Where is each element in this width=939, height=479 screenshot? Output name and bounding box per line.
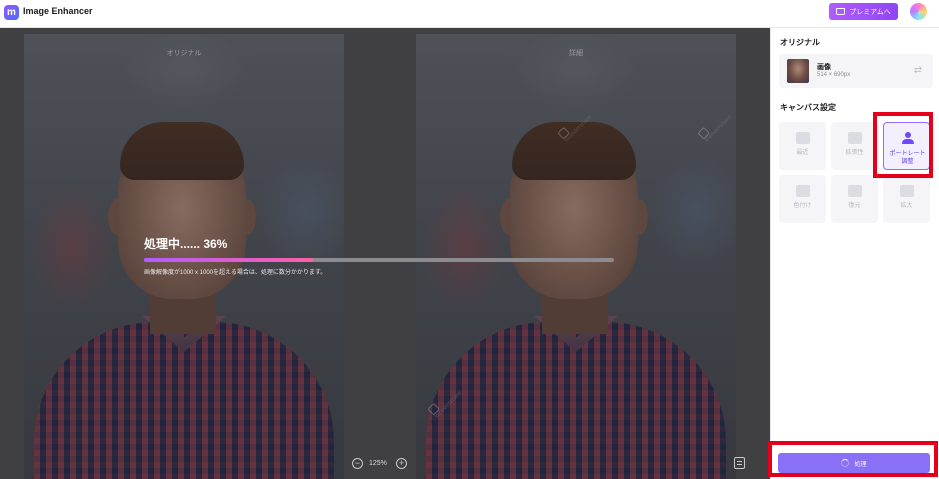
zoom-out-icon[interactable]: − bbox=[352, 458, 363, 469]
original-section-title: オリジナル bbox=[780, 38, 820, 47]
image-icon bbox=[848, 132, 862, 144]
tile-restore[interactable]: 復元 bbox=[831, 175, 878, 223]
original-file-size: 514 × 690px bbox=[817, 72, 851, 78]
processing-overlay bbox=[0, 28, 770, 479]
premium-button-label: プレミアムへ bbox=[849, 8, 891, 16]
original-file-card[interactable]: 画像 514 × 690px ⇄ bbox=[779, 54, 933, 88]
premium-button[interactable]: プレミアムへ bbox=[829, 3, 898, 20]
canvas-section-title: キャンバス設定 bbox=[780, 103, 836, 112]
original-thumbnail bbox=[787, 59, 809, 83]
tile-label: 最近 bbox=[796, 150, 809, 156]
avatar[interactable] bbox=[910, 3, 927, 20]
process-button[interactable]: 処理 bbox=[778, 453, 930, 473]
tile-label: 拡張性 bbox=[845, 150, 864, 156]
progress-bar-fill bbox=[144, 258, 314, 262]
feedback-icon[interactable] bbox=[734, 457, 745, 469]
app-title: Image Enhancer bbox=[23, 6, 93, 16]
zoom-in-icon[interactable]: + bbox=[396, 458, 407, 469]
original-file-name: 画像 bbox=[817, 64, 831, 71]
progress-note: 画像解像度が1000 x 1000を超える場合は、処理に数分かかります。 bbox=[144, 270, 327, 276]
tile-recent[interactable]: 最近 bbox=[779, 122, 826, 170]
top-bar: m Image Enhancer プレミアムへ bbox=[0, 0, 939, 28]
app-logo-icon: m bbox=[4, 5, 19, 20]
tile-label: 復元 bbox=[848, 203, 861, 209]
tile-upscale[interactable]: 拡大 bbox=[883, 175, 930, 223]
progress-title: 処理中...... 36% bbox=[144, 237, 228, 251]
zoom-level: 125% bbox=[369, 460, 387, 467]
loading-spinner-icon bbox=[841, 459, 850, 467]
process-button-label: 処理 bbox=[854, 461, 867, 468]
swap-icon[interactable]: ⇄ bbox=[912, 65, 924, 77]
cart-icon bbox=[836, 8, 846, 15]
restore-icon bbox=[848, 185, 862, 197]
tile-extend[interactable]: 拡張性 bbox=[831, 122, 878, 170]
tile-colorize[interactable]: 色付け bbox=[779, 175, 826, 223]
tile-label: 拡大 bbox=[900, 203, 913, 209]
portrait-highlight-box bbox=[873, 112, 933, 178]
upscale-icon bbox=[900, 185, 914, 197]
app-logo-glyph: m bbox=[7, 7, 16, 18]
settings-sidebar: オリジナル 画像 514 × 690px ⇄ キャンバス設定 最近 拡張性 ポー… bbox=[770, 28, 939, 479]
progress-bar bbox=[144, 258, 614, 262]
image-icon bbox=[796, 132, 810, 144]
color-icon bbox=[796, 185, 810, 197]
tile-label: 色付け bbox=[793, 203, 812, 209]
